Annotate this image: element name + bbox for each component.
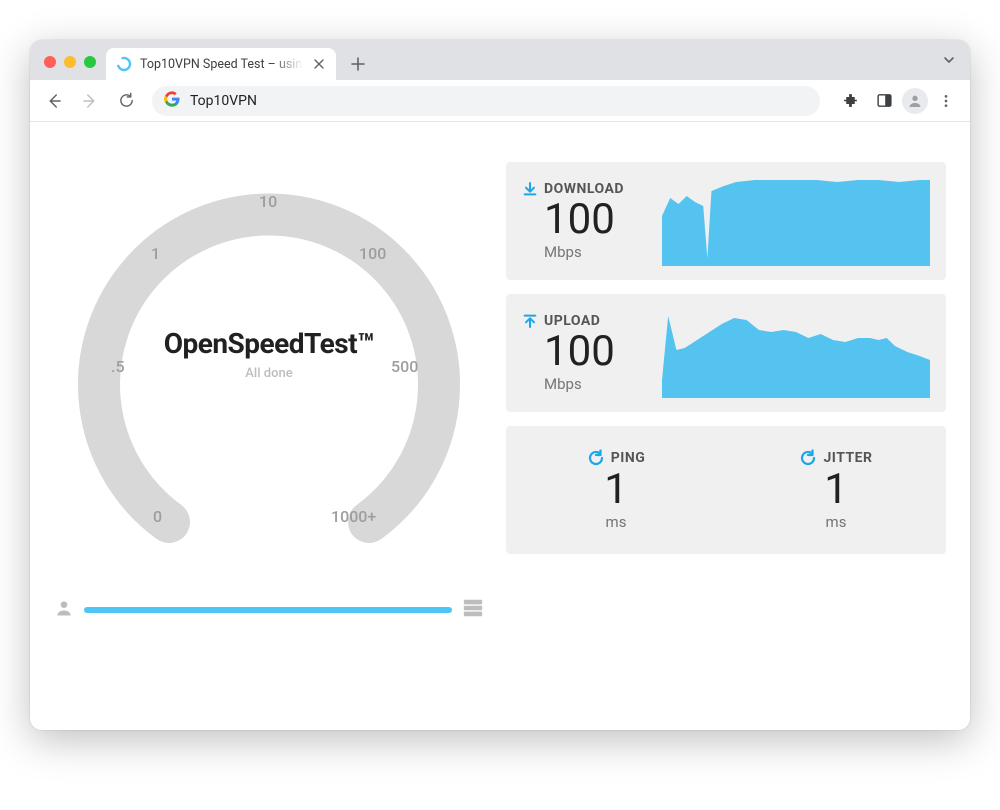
upload-value: 100 [544,331,662,373]
download-value: 100 [544,199,662,241]
download-sparkline [662,176,930,266]
user-icon [54,598,74,622]
speed-gauge: 0 .5 1 10 100 500 1000+ OpenSpeedTest™ A… [59,162,479,582]
address-bar[interactable]: Top10VPN [152,86,820,116]
google-icon [164,91,180,111]
tab-favicon-icon [116,56,132,72]
download-unit: Mbps [544,243,662,261]
gauge-tick-100: 100 [359,244,386,263]
gauge-tick-1000: 1000+ [331,507,376,526]
url-text: Top10VPN [190,93,257,109]
gauge-tick-10: 10 [259,192,277,211]
jitter-unit: ms [826,513,847,531]
gauge-tick-0: 0 [153,507,162,526]
gauge-section: 0 .5 1 10 100 500 1000+ OpenSpeedTest™ A… [54,162,484,706]
toolbar: Top10VPN [30,80,970,122]
maximize-window-button[interactable] [84,56,96,68]
upload-icon [522,313,538,329]
reload-button[interactable] [110,85,142,117]
latency-panel: PING 1 ms JITTER 1 ms [506,426,946,554]
close-tab-button[interactable] [312,57,326,71]
page-content: 0 .5 1 10 100 500 1000+ OpenSpeedTest™ A… [30,122,970,730]
server-icon [462,598,484,622]
upload-sparkline [662,308,930,398]
profile-button[interactable] [902,88,928,114]
gauge-tick-1: 1 [151,244,160,263]
browser-window: Top10VPN Speed Test – using O [30,40,970,730]
jitter-icon [799,449,817,467]
window-controls [44,56,96,68]
metrics-section: DOWNLOAD 100 Mbps UPLOAD 100 Mbps [506,162,946,706]
menu-button[interactable] [930,85,962,117]
close-window-button[interactable] [44,56,56,68]
jitter-block: JITTER 1 ms [726,426,946,554]
jitter-value: 1 [824,469,848,511]
ping-unit: ms [606,513,627,531]
download-panel: DOWNLOAD 100 Mbps [506,162,946,280]
extensions-button[interactable] [834,85,866,117]
toolbar-right [834,85,962,117]
tab-title: Top10VPN Speed Test – using O [140,57,304,72]
upload-unit: Mbps [544,375,662,393]
tab-strip: Top10VPN Speed Test – using O [30,40,970,80]
download-icon [522,181,538,197]
jitter-label: JITTER [823,450,872,466]
progress-row [54,598,484,622]
ping-value: 1 [604,469,628,511]
new-tab-button[interactable] [344,50,372,78]
ping-label: PING [611,450,646,466]
progress-bar [84,607,452,613]
gauge-status: All done [59,366,479,381]
side-panel-button[interactable] [868,85,900,117]
ping-block: PING 1 ms [506,426,726,554]
gauge-brand: OpenSpeedTest™ [59,327,479,360]
browser-tab[interactable]: Top10VPN Speed Test – using O [106,48,336,80]
back-button[interactable] [38,85,70,117]
tabs-dropdown-button[interactable] [942,52,956,71]
minimize-window-button[interactable] [64,56,76,68]
ping-icon [587,449,605,467]
forward-button[interactable] [74,85,106,117]
upload-panel: UPLOAD 100 Mbps [506,294,946,412]
